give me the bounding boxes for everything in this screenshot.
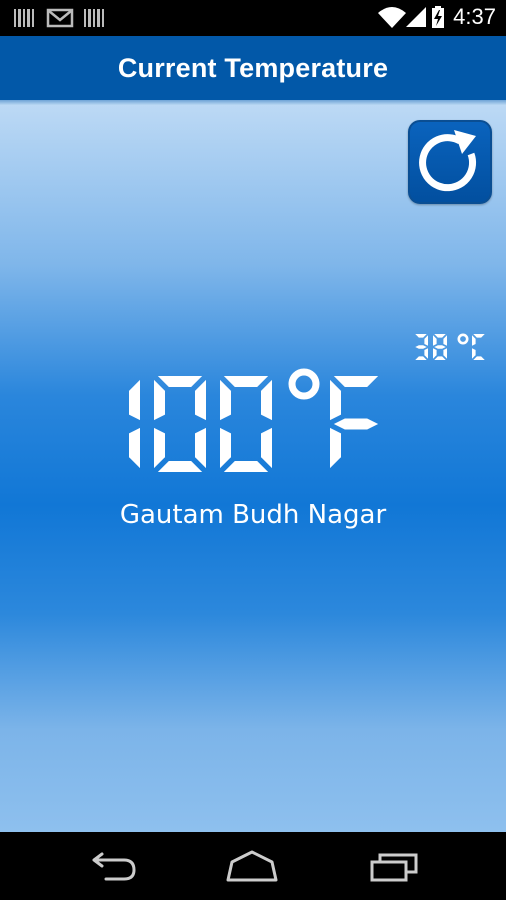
status-time: 4:37 <box>453 4 496 29</box>
barcode-icon <box>14 9 34 27</box>
barcode-icon <box>84 9 104 27</box>
digit-segment <box>424 348 428 359</box>
degree-symbol <box>457 333 469 345</box>
digit-segment <box>333 418 379 430</box>
status-bar: 4:37 <box>0 0 506 36</box>
digit-segment <box>330 427 341 469</box>
digit-segment <box>261 427 272 469</box>
digit-segment <box>424 335 428 346</box>
degree-symbol <box>288 368 320 400</box>
back-icon[interactable] <box>84 846 144 886</box>
digit-segment <box>433 348 437 359</box>
digit-segment <box>473 334 485 338</box>
navigation-bar <box>0 832 506 900</box>
digit-segment <box>434 345 446 349</box>
digit-segment <box>415 345 427 349</box>
digit-segment <box>415 356 427 360</box>
digit-segment <box>443 348 447 359</box>
refresh-button[interactable] <box>408 120 492 204</box>
digit-segment <box>223 376 269 387</box>
digit-segment <box>473 356 485 360</box>
digit-segment <box>434 356 446 360</box>
digit-segment <box>129 427 140 469</box>
refresh-icon <box>419 130 477 192</box>
digit-segment <box>261 379 272 421</box>
digit-segment <box>443 335 447 346</box>
location-label: Gautam Budh Nagar <box>119 500 387 530</box>
page-title: Current Temperature <box>117 52 389 83</box>
digit-segment <box>154 379 165 421</box>
action-bar: Current Temperature <box>0 36 506 100</box>
digit-segment <box>433 335 437 346</box>
digit-segment <box>157 461 203 472</box>
fahrenheit-display <box>129 368 379 472</box>
recent-apps-icon[interactable] <box>364 846 424 886</box>
signal-icon <box>406 7 426 27</box>
digit-segment <box>220 379 231 421</box>
digit-segment <box>223 461 269 472</box>
home-icon[interactable] <box>222 846 282 886</box>
digit-segment <box>333 376 379 387</box>
digit-segment <box>434 334 446 338</box>
digit-segment <box>472 348 476 359</box>
digit-segment <box>220 427 231 469</box>
digit-segment <box>415 334 427 338</box>
digit-segment <box>472 335 476 346</box>
digit-segment <box>330 379 341 421</box>
digit-segment <box>195 427 206 469</box>
battery-charging-icon <box>432 6 444 28</box>
digit-segment <box>129 379 140 421</box>
digit-segment <box>157 376 203 387</box>
fahrenheit-reading: 100 °F <box>84 364 420 476</box>
gmail-icon <box>46 8 74 28</box>
celsius-reading: 38 °C <box>412 330 494 364</box>
celsius-display <box>415 333 485 360</box>
digit-segment <box>195 379 206 421</box>
digit-segment <box>154 427 165 469</box>
